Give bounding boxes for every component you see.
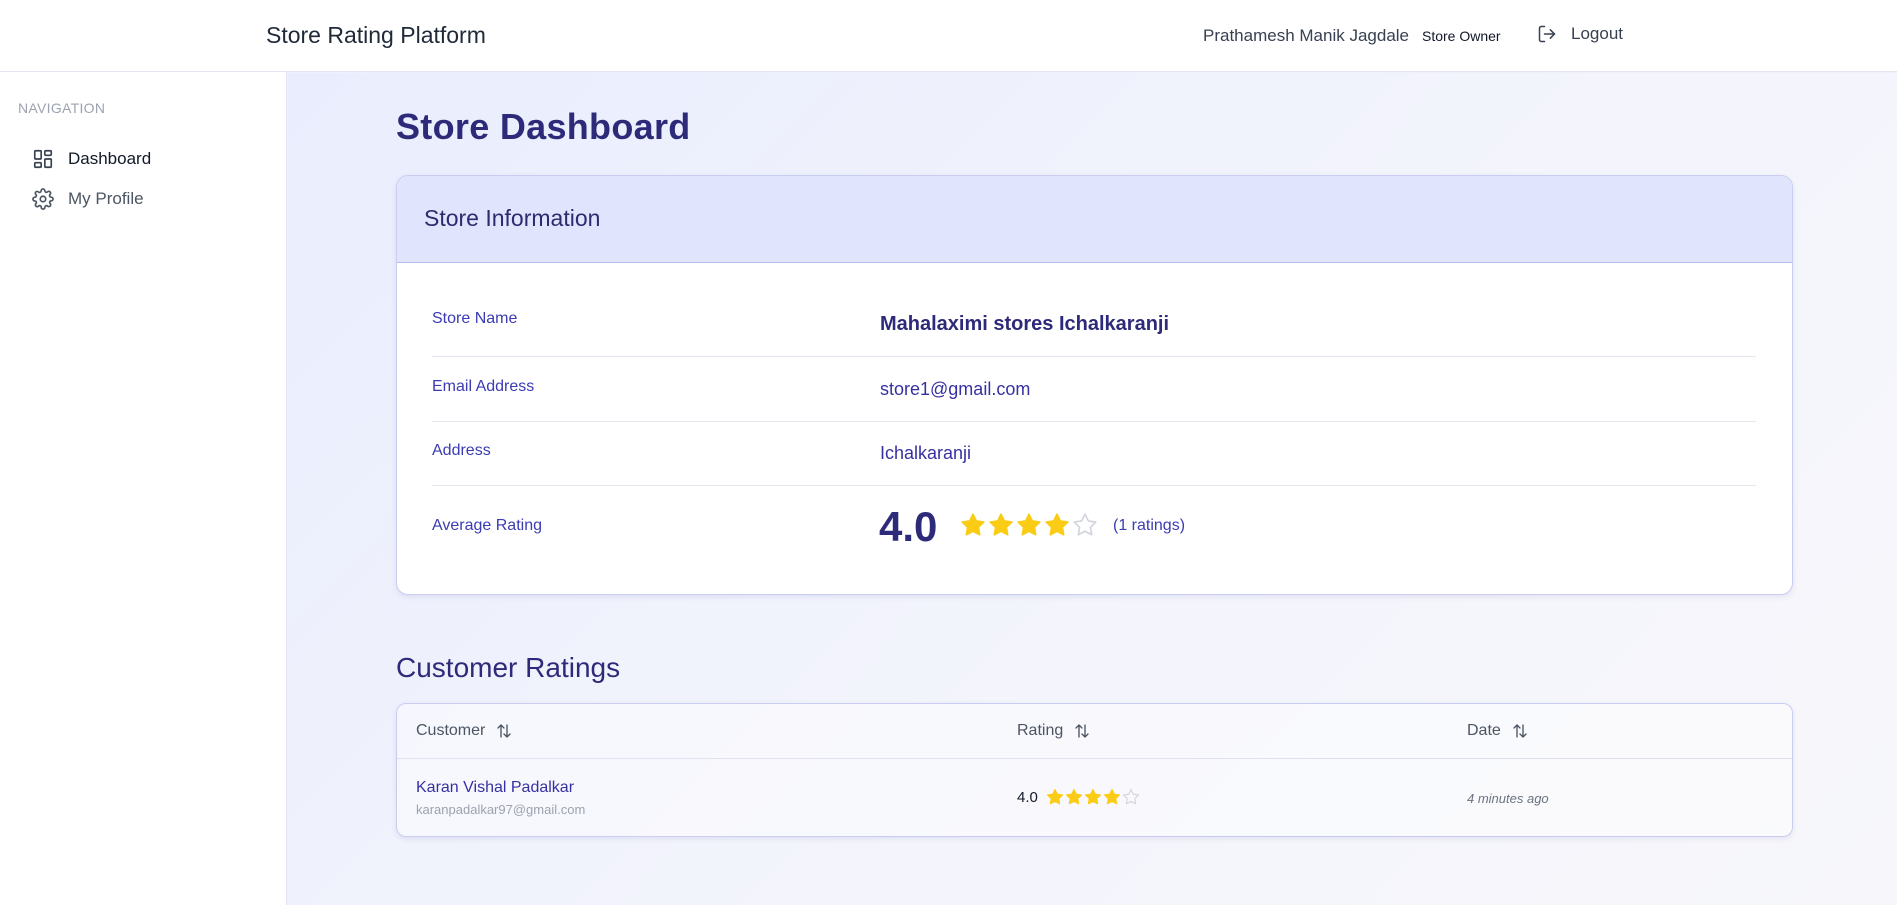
star-filled-icon — [1065, 788, 1083, 805]
dashboard-grid-icon — [33, 149, 53, 169]
average-rating-value: 4.0 — [879, 503, 938, 550]
sidebar-item-label: Dashboard — [68, 149, 152, 168]
ratings-table: Customer Rating Date Karan Vishal Padalk… — [396, 703, 1793, 837]
star-filled-icon — [1103, 788, 1121, 805]
email-value: store1@gmail.com — [880, 379, 1031, 399]
column-label: Rating — [1017, 722, 1064, 739]
star-filled-icon — [1084, 788, 1102, 805]
customer-email: karanpadalkar97@gmail.com — [416, 802, 586, 817]
store-info-header: Store Information — [397, 176, 1792, 263]
sort-icon — [1075, 724, 1089, 738]
user-name: Prathamesh Manik Jagdale — [1203, 26, 1410, 45]
star-empty-icon — [1073, 513, 1097, 536]
logout-icon — [1538, 25, 1556, 43]
star-empty-icon — [1122, 788, 1140, 805]
sort-icon — [1513, 724, 1527, 738]
ratings-count: (1 ratings) — [1113, 517, 1186, 534]
nav-heading: NAVIGATION — [18, 100, 106, 116]
table-header: Customer Rating Date — [397, 704, 1792, 759]
address-label: Address — [432, 442, 491, 459]
logout-button[interactable]: Logout — [1537, 24, 1623, 44]
store-name-label: Store Name — [432, 310, 518, 327]
average-rating-label: Average Rating — [432, 517, 542, 534]
customer-name[interactable]: Karan Vishal Padalkar — [416, 779, 574, 797]
sidebar-item-my-profile[interactable]: My Profile — [32, 188, 144, 210]
rating-stars — [1046, 788, 1140, 806]
store-name-value: Mahalaximi stores Ichalkaranji — [880, 313, 1170, 335]
sidebar-item-label: My Profile — [68, 189, 144, 208]
star-filled-icon — [1046, 788, 1064, 805]
star-filled-icon — [1045, 513, 1069, 536]
customer-ratings-title: Customer Ratings — [396, 652, 621, 683]
email-label: Email Address — [432, 378, 535, 395]
divider — [432, 485, 1756, 486]
brand-title[interactable]: Store Rating Platform — [266, 22, 486, 49]
top-bar: Store Rating Platform Prathamesh Manik J… — [0, 0, 1897, 72]
sort-icon — [497, 724, 512, 738]
sidebar-item-dashboard[interactable]: Dashboard — [32, 148, 151, 170]
address-value: Ichalkaranji — [880, 443, 972, 463]
gear-icon — [32, 188, 54, 210]
column-header-date[interactable]: Date — [1467, 722, 1529, 740]
sidebar: NAVIGATION Dashboard My Profile — [0, 72, 287, 905]
average-rating-stars — [960, 512, 1098, 538]
page-title: Store Dashboard — [396, 106, 691, 147]
divider — [432, 356, 1756, 357]
star-filled-icon — [961, 513, 985, 536]
store-info-title: Store Information — [424, 205, 601, 231]
role-badge: Store Owner — [1422, 28, 1501, 44]
star-filled-icon — [1017, 513, 1041, 536]
divider — [432, 421, 1756, 422]
rating-date: 4 minutes ago — [1467, 791, 1549, 806]
logout-label: Logout — [1571, 24, 1623, 43]
rating-value: 4.0 — [1017, 789, 1038, 806]
column-label: Date — [1467, 722, 1501, 739]
column-header-customer[interactable]: Customer — [416, 722, 513, 740]
column-header-rating[interactable]: Rating — [1017, 722, 1091, 740]
star-filled-icon — [989, 513, 1013, 536]
column-label: Customer — [416, 722, 486, 739]
